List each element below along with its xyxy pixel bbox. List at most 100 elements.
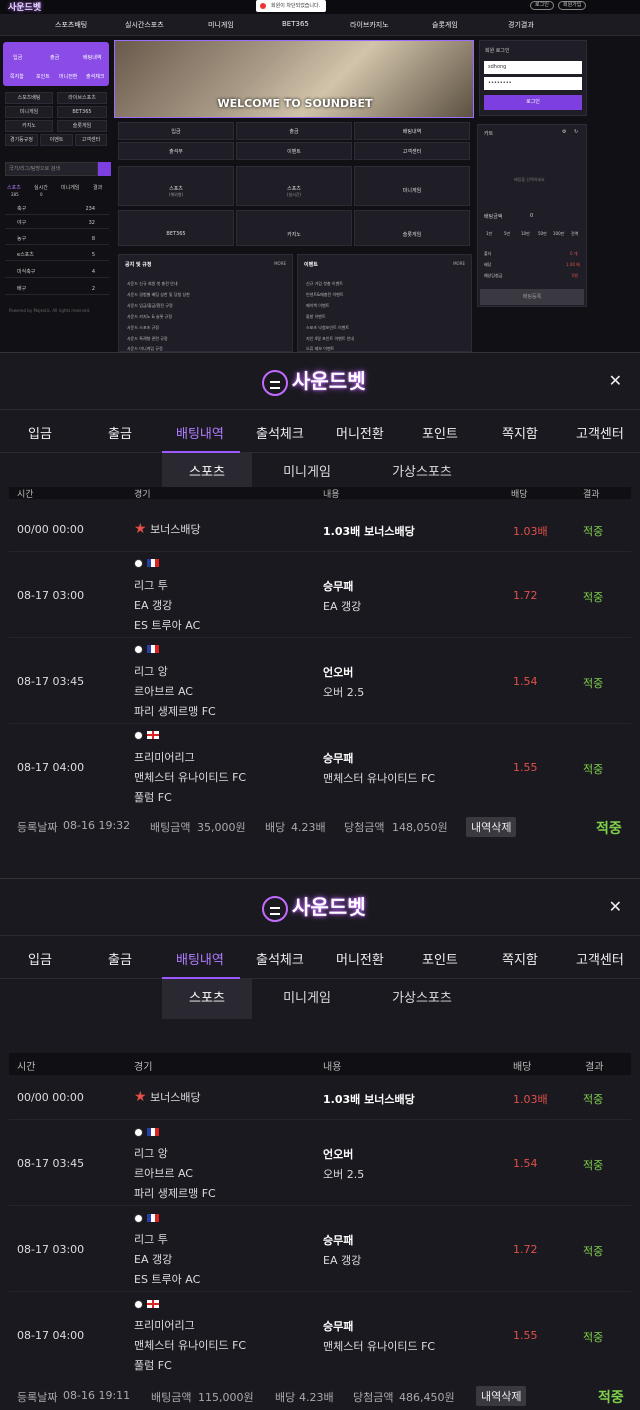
nav-item[interactable]: 슬롯게임 [432, 20, 458, 30]
game-sports[interactable]: 스포츠 (해외형) [118, 166, 234, 206]
site-logo[interactable]: 사운드벳 [8, 0, 41, 13]
sport-row[interactable]: 축구 234 [5, 204, 109, 215]
game-casino[interactable]: 카지노 [236, 210, 352, 246]
sport-row[interactable]: 농구 8 [5, 234, 109, 245]
close-icon[interactable]: ✕ [609, 897, 622, 916]
event-more-link[interactable]: MORE [453, 261, 465, 266]
tab-message[interactable]: 쪽지함 [502, 423, 538, 442]
delete-history-button[interactable]: 내역삭제 [466, 817, 517, 837]
gear-icon[interactable]: ⚙ [562, 129, 566, 135]
header-join-button[interactable]: 회원가입 [558, 1, 587, 10]
notice-item[interactable]: 사운드 카지노 & 슬롯 규정 [127, 314, 172, 320]
side-menu-item[interactable]: 카지노 [5, 120, 53, 132]
game-slot[interactable]: 슬롯게임 [354, 210, 470, 246]
hero-banner[interactable]: WELCOME TO SOUNDBET [114, 40, 474, 118]
quick-bethistory[interactable]: 배팅내역 [83, 54, 101, 61]
tab-money-transfer[interactable]: 머니전환 [336, 423, 384, 442]
chip-button[interactable]: 전액 [571, 231, 578, 237]
game-bet365[interactable]: BET365 [118, 210, 234, 246]
subtab-minigame[interactable]: 미니게임 [262, 979, 352, 1019]
tab-bet-history[interactable]: 배팅내역 [176, 423, 224, 442]
tab-deposit[interactable]: 입금 [28, 949, 52, 968]
event-item[interactable]: 스포츠 낙첨포인트 이벤트 [306, 325, 349, 331]
side-menu-item[interactable]: 슬롯게임 [57, 120, 107, 132]
side-menu-item[interactable]: BET365 [57, 106, 107, 118]
notice-item[interactable]: 사운드 특례형 관련 규정 [127, 336, 168, 342]
refresh-icon[interactable]: ↻ [574, 129, 578, 135]
event-item[interactable]: 페이백 이벤트 [306, 303, 329, 309]
nav-item[interactable]: 미니게임 [208, 20, 234, 30]
chip-button[interactable]: 100만 [553, 231, 564, 237]
event-item[interactable]: 신규 가입 첫충 이벤트 [306, 281, 343, 287]
search-input[interactable]: 국가/리그/팀명으로 검색 [5, 162, 98, 176]
notice-item[interactable]: 사운드 스포츠 규정 [127, 325, 159, 331]
quick-message[interactable]: 쪽지함 [10, 73, 24, 80]
grid-deposit[interactable]: 입금 [118, 122, 234, 140]
sport-row[interactable]: 야구 32 [5, 218, 109, 229]
nav-item[interactable]: 경기결과 [508, 20, 534, 30]
bet-amount-value[interactable]: 0 [530, 213, 533, 219]
chip-button[interactable]: 5만 [504, 231, 510, 237]
quick-deposit[interactable]: 입금 [13, 54, 22, 61]
sport-tab-live[interactable]: 실시간 [34, 184, 48, 191]
header-login-button[interactable]: 로그인 [530, 1, 554, 10]
game-live[interactable]: 스포츠 (실시간) [236, 166, 352, 206]
chip-button[interactable]: 1만 [486, 231, 492, 237]
login-password-input[interactable]: •••••••• [484, 77, 582, 90]
close-icon[interactable]: ✕ [609, 371, 622, 390]
notice-item[interactable]: 사운드 입금/출금/환전 규정 [127, 303, 173, 309]
side-menu-item[interactable]: 고객센터 [75, 134, 107, 146]
sport-row[interactable]: e스포츠 5 [5, 250, 109, 261]
game-mini[interactable]: 미니게임 [354, 166, 470, 206]
tab-withdraw[interactable]: 출금 [108, 949, 132, 968]
tab-bet-history[interactable]: 배팅내역 [176, 949, 224, 968]
grid-support[interactable]: 고객센터 [354, 142, 470, 160]
grid-event[interactable]: 이벤트 [236, 142, 352, 160]
nav-item[interactable]: 스포츠배팅 [55, 20, 87, 30]
tab-withdraw[interactable]: 출금 [108, 423, 132, 442]
event-item[interactable]: 지인 4명 포인트 이벤트 안내 [306, 336, 354, 342]
chip-button[interactable]: 50만 [538, 231, 547, 237]
tab-point[interactable]: 포인트 [422, 949, 458, 968]
side-menu-item[interactable]: 이벤트 [40, 134, 73, 146]
tab-attendance[interactable]: 출석체크 [256, 423, 304, 442]
quick-attend[interactable]: 출석체크 [86, 73, 104, 80]
sport-tab-sports[interactable]: 스포츠 [7, 184, 21, 191]
quick-money[interactable]: 머니전환 [59, 73, 77, 80]
side-menu-item[interactable]: 스포츠배팅 [5, 92, 53, 104]
sport-row[interactable]: 미식축구 4 [5, 267, 109, 278]
tab-deposit[interactable]: 입금 [28, 423, 52, 442]
tab-point[interactable]: 포인트 [422, 423, 458, 442]
quick-withdraw[interactable]: 출금 [50, 54, 59, 61]
delete-history-button[interactable]: 내역삭제 [476, 1386, 527, 1406]
notice-item[interactable]: 사운드 신규 회원 첫 충전 안내 [127, 281, 178, 287]
side-menu-item[interactable]: 미니게임 [5, 106, 53, 118]
subtab-sports[interactable]: 스포츠 [162, 979, 252, 1019]
tab-attendance[interactable]: 출석체크 [256, 949, 304, 968]
sport-row[interactable]: 배구 2 [5, 284, 109, 295]
search-icon[interactable] [98, 162, 111, 176]
login-submit-button[interactable]: 로그인 [484, 95, 582, 110]
subtab-virtual[interactable]: 가상스포츠 [372, 979, 472, 1019]
nav-item[interactable]: 실시간스포츠 [125, 20, 164, 30]
side-menu-item[interactable]: 경기등규정 [5, 134, 38, 146]
grid-bethistory[interactable]: 배팅내역 [354, 122, 470, 140]
sport-tab-result[interactable]: 결과 [93, 184, 102, 191]
side-menu-item[interactable]: 라이브스포츠 [57, 92, 107, 104]
grid-attendance[interactable]: 출석부 [118, 142, 234, 160]
nav-item[interactable]: BET365 [282, 20, 309, 28]
notice-more-link[interactable]: MORE [274, 261, 286, 266]
chip-button[interactable]: 10만 [521, 231, 530, 237]
notice-item[interactable]: 사운드 경험별 배팅 상한 및 당첨 상한 [127, 292, 190, 298]
event-item[interactable]: 돌발 이벤트 [306, 314, 326, 320]
nav-item[interactable]: 라이브카지노 [350, 20, 389, 30]
cart-submit-button[interactable]: 배팅등록 [480, 289, 584, 305]
login-id-input[interactable]: sdhong [484, 61, 582, 74]
sport-tab-mini[interactable]: 미니게임 [61, 184, 79, 191]
event-item[interactable]: 빈센트&매충전 이벤트 [306, 292, 344, 298]
quick-point[interactable]: 포인트 [36, 73, 50, 80]
tab-money-transfer[interactable]: 머니전환 [336, 949, 384, 968]
grid-withdraw[interactable]: 출금 [236, 122, 352, 140]
tab-support[interactable]: 고객센터 [576, 423, 624, 442]
tab-support[interactable]: 고객센터 [576, 949, 624, 968]
